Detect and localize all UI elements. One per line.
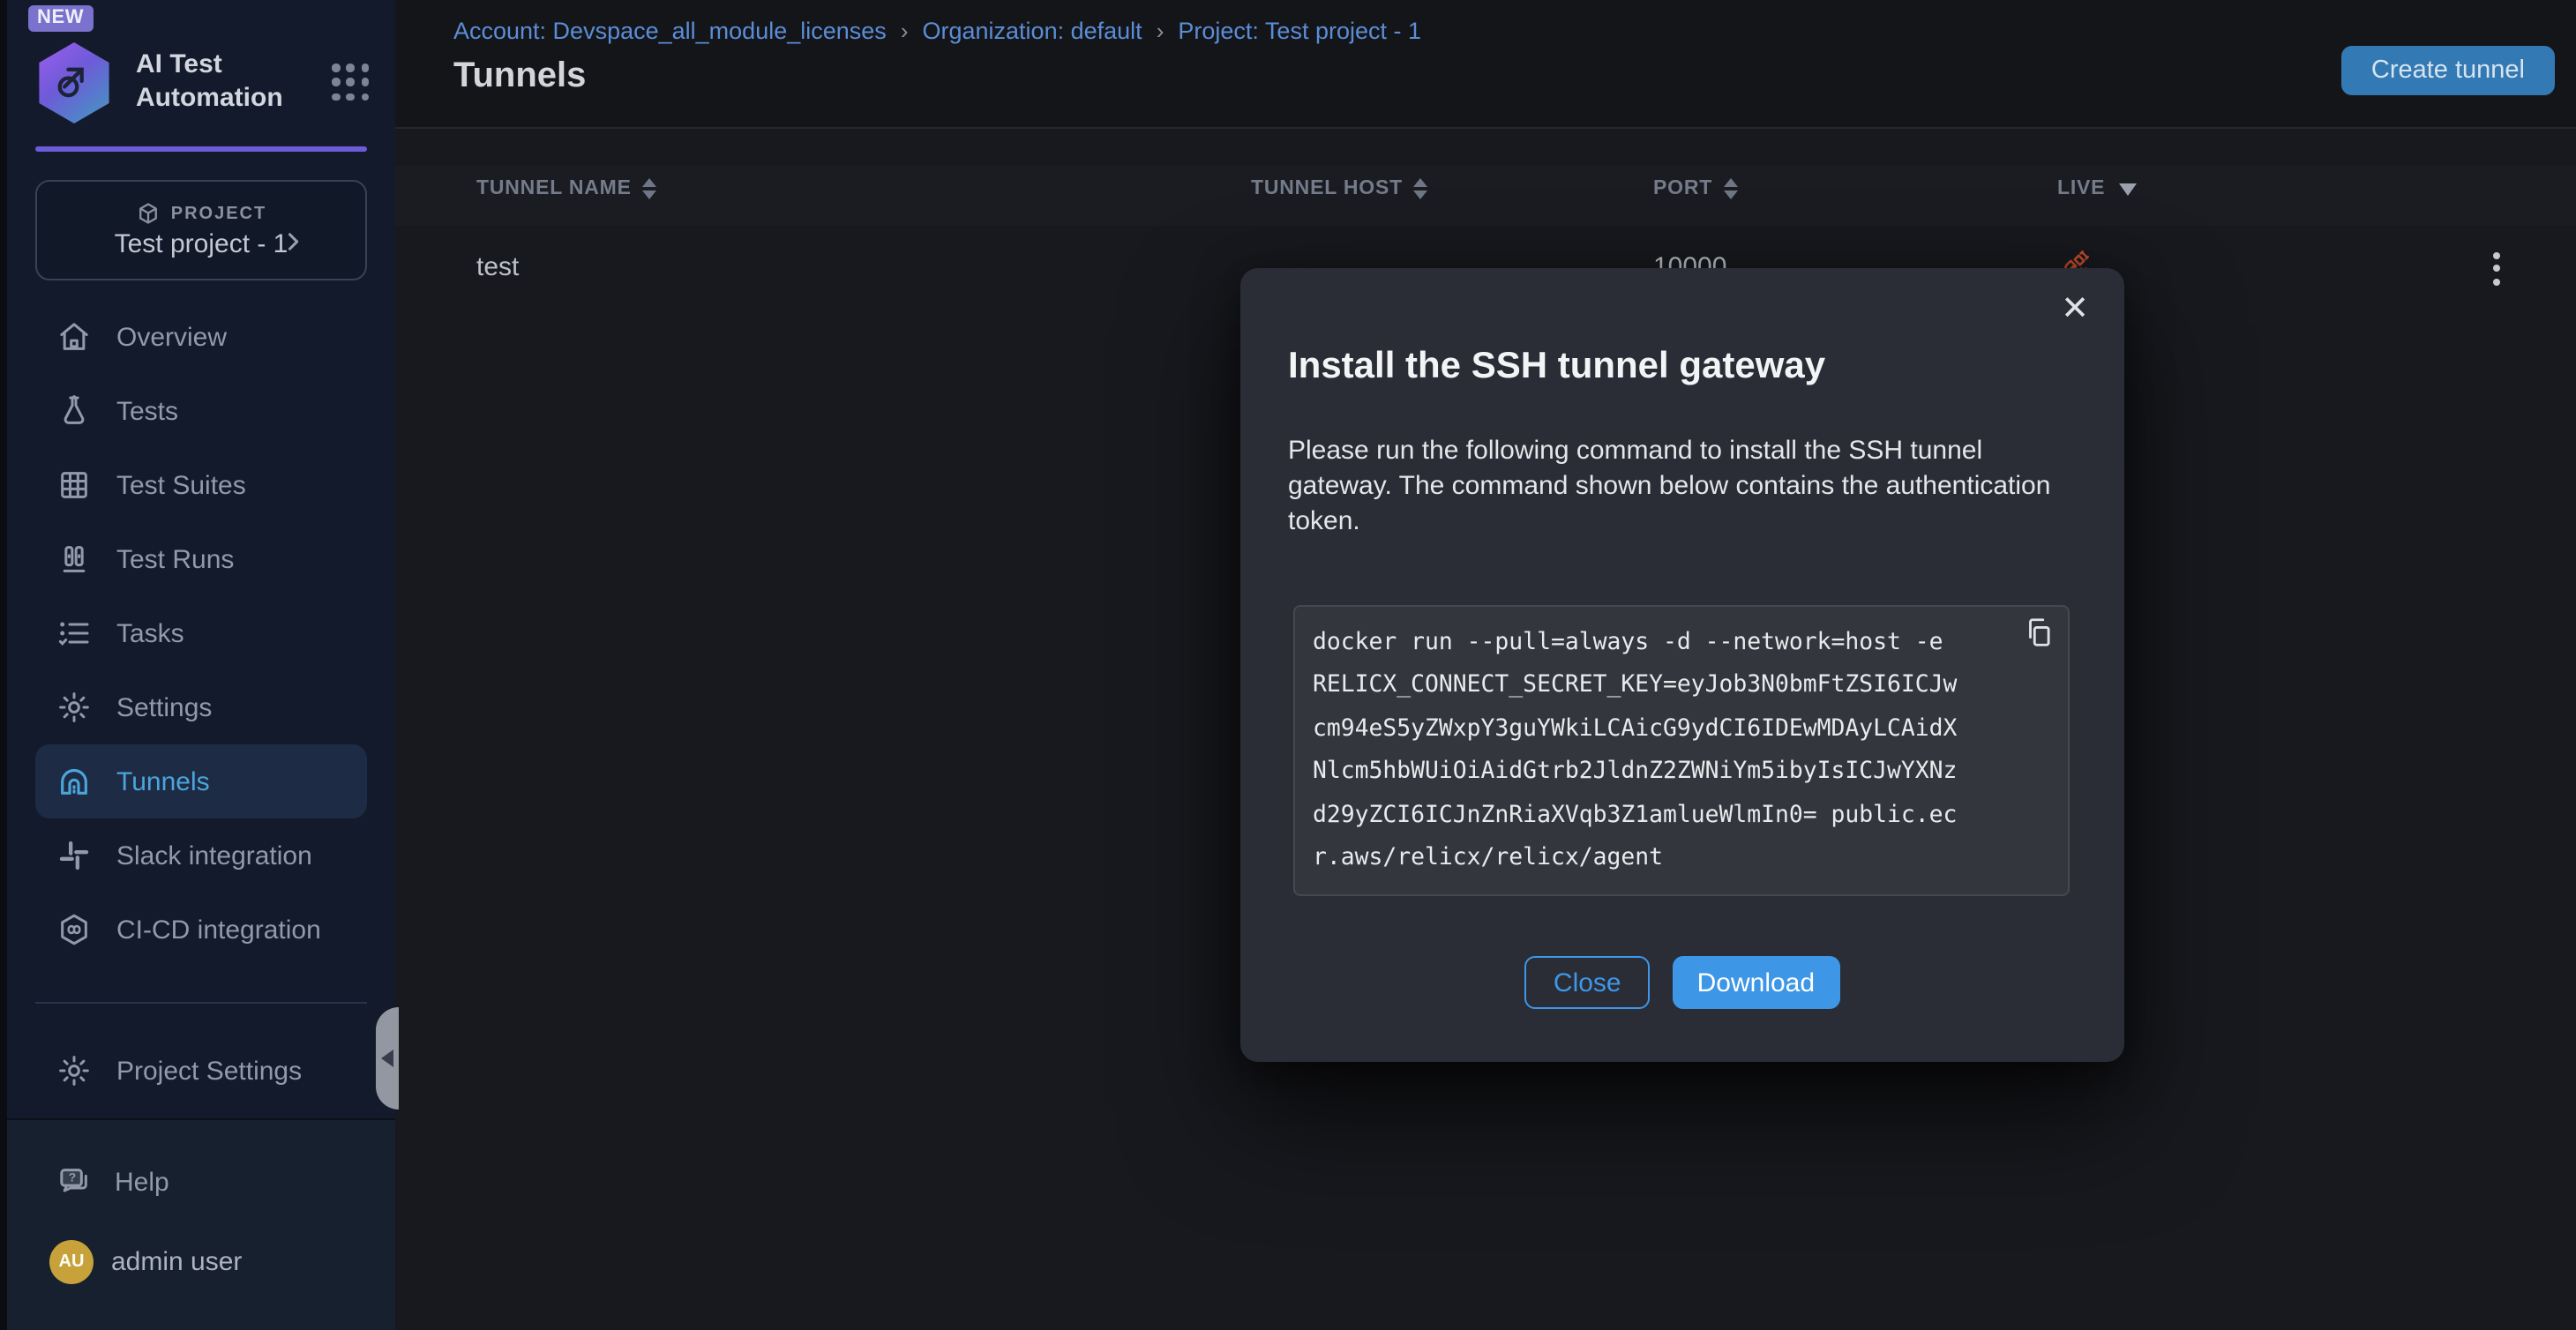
table-header-row: TUNNEL NAME TUNNEL HOST PORT LIVE (395, 166, 2576, 226)
sidebar-collapse-handle[interactable] (376, 1007, 399, 1110)
flask-icon (56, 393, 92, 429)
page-header: Account: Devspace_all_module_licenses › … (395, 0, 2576, 129)
cube-icon (136, 201, 161, 226)
apps-grid-icon[interactable] (332, 64, 371, 102)
columns-icon (56, 542, 92, 577)
command-line: RELICX_CONNECT_SECRET_KEY=eyJob3N0bmFtZS… (1313, 666, 2068, 709)
help-button[interactable]: ? Help (7, 1145, 395, 1219)
breadcrumb: Account: Devspace_all_module_licenses › … (453, 18, 2576, 44)
breadcrumb-separator: › (1157, 18, 1164, 44)
sidebar-item-label: Tunnels (116, 766, 210, 796)
app-title: AI Test Automation (136, 50, 321, 116)
help-chat-icon: ? (56, 1164, 92, 1199)
accent-divider (35, 146, 367, 152)
app-logo-icon (35, 42, 113, 123)
create-tunnel-button[interactable]: Create tunnel (2341, 46, 2555, 95)
main-area: Account: Devspace_all_module_licenses › … (395, 0, 2576, 1330)
tunnel-name-cell: test (476, 252, 519, 282)
sort-icons (1723, 178, 1737, 199)
sidebar-item-label: Test Suites (116, 470, 246, 500)
breadcrumb-organization-link[interactable]: Organization: default (923, 18, 1142, 44)
sidebar-item-cicd-integration[interactable]: CI-CD integration (35, 893, 367, 967)
sidebar-item-project-settings[interactable]: Project Settings (35, 1034, 367, 1108)
home-icon (56, 319, 92, 355)
chevron-right-icon (281, 229, 305, 254)
download-button[interactable]: Download (1673, 956, 1839, 1009)
sort-desc-icon (2119, 183, 2137, 195)
app-root: NEW AI Test Automation PROJECT Test proj… (0, 0, 2576, 1330)
sidebar-item-test-runs[interactable]: Test Runs (35, 522, 367, 596)
docker-command-block: docker run --pull=always -d --network=ho… (1293, 605, 2070, 896)
svg-text:?: ? (69, 1171, 77, 1185)
sidebar-item-label: Slack integration (116, 841, 312, 870)
sidebar-item-tests[interactable]: Tests (35, 374, 367, 448)
slack-icon (56, 838, 92, 873)
cicd-hexagon-icon (56, 912, 92, 947)
help-label: Help (115, 1167, 169, 1197)
copy-icon[interactable] (2022, 616, 2056, 658)
sidebar-item-label: CI-CD integration (116, 915, 321, 945)
breadcrumb-account-link[interactable]: Account: Devspace_all_module_licenses (453, 18, 887, 44)
sidebar-item-label: Test Runs (116, 544, 234, 574)
project-selector[interactable]: PROJECT Test project - 1 (35, 180, 367, 280)
column-header-live[interactable]: LIVE (2057, 178, 2137, 199)
sidebar-item-tasks[interactable]: Tasks (35, 596, 367, 670)
modal-title: Install the SSH tunnel gateway (1288, 346, 1825, 388)
column-header-tunnel-host[interactable]: TUNNEL HOST (1251, 178, 1427, 199)
close-icon[interactable]: ✕ (2061, 293, 2089, 326)
project-selector-value: Test project - 1 (115, 229, 288, 259)
sidebar-item-label: Tests (116, 396, 178, 426)
command-line: Nlcm5hbWUiOiAidGtrb2JldnZ2ZWNiYm5ibyIsIC… (1313, 751, 2068, 795)
sidebar-item-label: Tasks (116, 618, 184, 648)
command-line: d29yZCI6ICJnZnRiaXVqb3Z1amlueWlmIn0= pub… (1313, 795, 2068, 838)
column-header-port[interactable]: PORT (1653, 178, 1737, 199)
sidebar-nav: Overview Tests Test Suites Test Runs Tas… (7, 300, 395, 967)
sidebar-item-slack-integration[interactable]: Slack integration (35, 818, 367, 893)
sidebar-item-label: Settings (116, 692, 212, 722)
user-name: admin user (111, 1247, 242, 1277)
gear-icon (56, 1053, 92, 1088)
tunnel-icon (56, 764, 92, 799)
sidebar-item-label: Overview (116, 322, 227, 352)
new-badge: NEW (28, 5, 93, 32)
grid-icon (56, 467, 92, 503)
user-menu[interactable]: AU admin user (7, 1240, 395, 1284)
avatar: AU (49, 1240, 94, 1284)
row-actions-kebab-icon[interactable] (2477, 243, 2516, 293)
sort-icons (642, 178, 656, 199)
modal-description: Please run the following command to inst… (1288, 434, 2091, 540)
breadcrumb-project-link[interactable]: Project: Test project - 1 (1178, 18, 1421, 44)
sidebar-divider (35, 1002, 367, 1004)
gear-icon (56, 690, 92, 725)
command-line: docker run --pull=always -d --network=ho… (1313, 623, 2068, 666)
close-button[interactable]: Close (1525, 956, 1650, 1009)
sidebar-item-overview[interactable]: Overview (35, 300, 367, 374)
install-ssh-gateway-modal: ✕ Install the SSH tunnel gateway Please … (1240, 268, 2124, 1062)
sort-icons (1413, 178, 1427, 199)
column-header-tunnel-name[interactable]: TUNNEL NAME (476, 178, 656, 199)
sidebar-footer: ? Help AU admin user (7, 1118, 395, 1330)
command-line: cm94eS5yZWxpY3guYWkiLCAicG9ydCI6IDEwMDAy… (1313, 709, 2068, 752)
task-list-icon (56, 616, 92, 651)
sidebar-item-settings[interactable]: Settings (35, 670, 367, 744)
sidebar-item-label: Project Settings (116, 1056, 302, 1086)
sidebar: NEW AI Test Automation PROJECT Test proj… (0, 0, 395, 1330)
breadcrumb-separator: › (901, 18, 909, 44)
sidebar-item-tunnels[interactable]: Tunnels (35, 744, 367, 818)
project-selector-label: PROJECT (171, 204, 266, 223)
page-title: Tunnels (453, 56, 2576, 97)
sidebar-item-test-suites[interactable]: Test Suites (35, 448, 367, 522)
command-line: r.aws/relicx/relicx/agent (1313, 838, 2068, 881)
modal-actions: Close Download (1240, 956, 2124, 1009)
